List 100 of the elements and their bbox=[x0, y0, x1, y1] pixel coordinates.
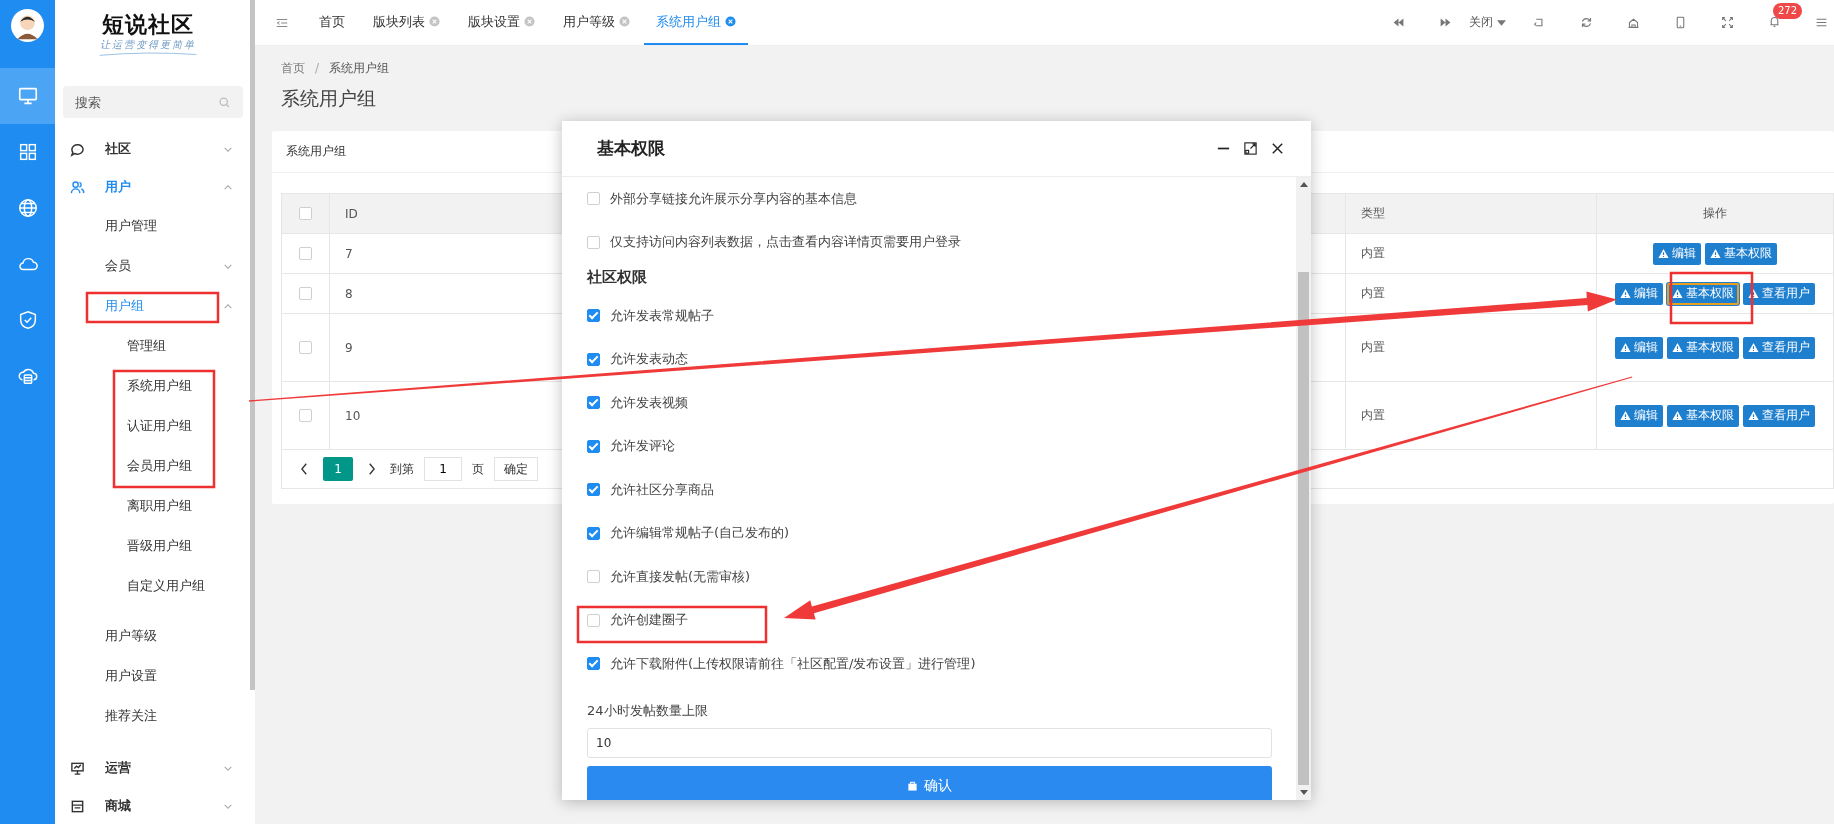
checkbox[interactable] bbox=[587, 613, 600, 627]
avatar-icon[interactable] bbox=[11, 9, 44, 42]
action-button[interactable]: 编辑 bbox=[1615, 336, 1663, 359]
menu-item[interactable]: 晋级用户组 bbox=[127, 526, 192, 566]
checkbox-label[interactable]: 允许发表常规帖子 bbox=[610, 306, 714, 325]
checkbox-label[interactable]: 允许社区分享商品 bbox=[610, 480, 714, 499]
tab[interactable]: 用户等级 bbox=[549, 0, 644, 45]
checkbox-label[interactable]: 允许直接发帖(无需审核) bbox=[610, 567, 751, 586]
column-header: ID bbox=[345, 206, 358, 221]
action-button[interactable]: 查看用户 bbox=[1743, 282, 1815, 305]
menu-item[interactable]: 会员用户组 bbox=[127, 446, 192, 486]
phone-icon[interactable] bbox=[1674, 16, 1687, 29]
menu-icon[interactable] bbox=[1815, 16, 1828, 29]
menu-item[interactable]: 系统用户组 bbox=[127, 366, 192, 406]
breadcrumb-link[interactable]: 系统用户组 bbox=[329, 59, 390, 77]
action-button[interactable]: 查看用户 bbox=[1743, 336, 1815, 359]
checkbox[interactable] bbox=[299, 247, 312, 260]
breadcrumb-link[interactable]: 首页 bbox=[281, 59, 305, 77]
action-button[interactable]: 编辑 bbox=[1615, 404, 1663, 427]
menu-item[interactable]: 管理组 bbox=[127, 326, 166, 366]
previous-page-icon[interactable] bbox=[300, 462, 309, 476]
checkbox[interactable] bbox=[587, 526, 600, 540]
search-field[interactable]: 搜索 bbox=[63, 86, 243, 118]
dialog-title: 基本权限 bbox=[597, 137, 666, 160]
rewind-icon[interactable] bbox=[1392, 16, 1405, 29]
tab[interactable]: 首页 bbox=[305, 0, 359, 45]
chat-icon bbox=[70, 141, 85, 157]
checkbox[interactable] bbox=[587, 483, 600, 497]
scrollbar[interactable] bbox=[1296, 177, 1311, 800]
menu-item[interactable]: 认证用户组 bbox=[127, 406, 192, 446]
maximize-icon[interactable] bbox=[1243, 141, 1258, 156]
checkbox[interactable] bbox=[299, 409, 312, 422]
page-button[interactable]: 1 bbox=[323, 457, 353, 481]
breadcrumb-separator: / bbox=[315, 61, 320, 75]
bell-icon[interactable] bbox=[1768, 14, 1781, 28]
menu-item[interactable]: 用户等级 bbox=[55, 616, 250, 656]
tab[interactable]: 版块设置 bbox=[454, 0, 549, 45]
checkbox[interactable] bbox=[299, 287, 312, 300]
action-button[interactable]: 编辑 bbox=[1615, 282, 1663, 305]
menu-item[interactable]: 推荐关注 bbox=[55, 696, 250, 736]
checkbox[interactable] bbox=[587, 309, 600, 323]
action-button[interactable]: 编辑 bbox=[1653, 242, 1701, 265]
page-input[interactable]: 1 bbox=[424, 457, 462, 481]
checkbox-label[interactable]: 允许发表动态 bbox=[610, 350, 688, 369]
checkbox[interactable] bbox=[587, 235, 600, 249]
checkbox-label[interactable]: 允许发评论 bbox=[610, 437, 675, 456]
tab[interactable]: 系统用户组 bbox=[644, 0, 748, 45]
next-page-icon[interactable] bbox=[367, 462, 376, 476]
menu-item[interactable]: 离职用户组 bbox=[127, 486, 192, 526]
scrollbar[interactable] bbox=[250, 0, 255, 690]
menu-item[interactable]: 社区 bbox=[55, 130, 250, 168]
menu-item[interactable]: 商城 bbox=[55, 787, 250, 824]
menu-item[interactable]: 运营 bbox=[55, 749, 250, 787]
close-icon[interactable] bbox=[1270, 141, 1285, 156]
menu-item[interactable]: 用户组 bbox=[55, 286, 250, 326]
checkbox[interactable] bbox=[299, 207, 312, 220]
fast-forward-icon[interactable] bbox=[1439, 16, 1452, 29]
action-button[interactable]: 查看用户 bbox=[1743, 404, 1815, 427]
close-menu[interactable]: 关闭 bbox=[1469, 14, 1506, 31]
input-field[interactable]: 10 bbox=[587, 727, 1272, 758]
action-button[interactable]: 基本权限 bbox=[1705, 242, 1777, 265]
menu-item[interactable]: 用户管理 bbox=[55, 206, 250, 246]
menu-item[interactable]: 自定义用户组 bbox=[127, 566, 205, 606]
checkbox[interactable] bbox=[587, 396, 600, 410]
tab[interactable]: 版块列表 bbox=[359, 0, 454, 45]
action-button[interactable]: 基本权限 bbox=[1667, 336, 1739, 359]
chevron-down-icon bbox=[223, 262, 233, 270]
checkbox-label[interactable]: 允许编辑常规帖子(自己发布的) bbox=[610, 524, 790, 543]
checkbox-label[interactable]: 允许下载附件(上传权限请前往「社区配置/发布设置」进行管理) bbox=[610, 654, 976, 673]
monitor-icon bbox=[16, 85, 39, 107]
refresh-icon[interactable] bbox=[1580, 16, 1593, 29]
field-label: 24小时发帖数量上限 bbox=[587, 701, 709, 720]
confirm-page-button[interactable]: 确定 bbox=[494, 457, 538, 481]
home-icon[interactable] bbox=[1627, 16, 1640, 29]
checkbox[interactable] bbox=[299, 341, 312, 354]
action-button[interactable]: 基本权限 bbox=[1667, 282, 1739, 305]
chevron-down-icon bbox=[223, 802, 233, 810]
checkbox-label[interactable]: 允许创建圈子 bbox=[610, 611, 688, 630]
checkbox[interactable] bbox=[587, 439, 600, 453]
chevron-up-icon bbox=[223, 183, 233, 191]
table-cell: 7 bbox=[345, 246, 353, 261]
fullscreen-icon[interactable] bbox=[1721, 16, 1734, 29]
section-heading: 社区权限 bbox=[587, 267, 648, 288]
checkbox[interactable] bbox=[587, 570, 600, 584]
warning-icon bbox=[1672, 410, 1683, 421]
column-header: 操作 bbox=[1703, 205, 1727, 222]
checkbox[interactable] bbox=[587, 657, 600, 671]
return-icon[interactable] bbox=[1533, 16, 1546, 29]
scroll-down-icon[interactable] bbox=[1299, 790, 1308, 795]
checkbox-label[interactable]: 允许发表视频 bbox=[610, 393, 688, 412]
menu-item[interactable]: 用户设置 bbox=[55, 656, 250, 696]
action-button[interactable]: 基本权限 bbox=[1667, 404, 1739, 427]
menu-item[interactable]: 会员 bbox=[55, 246, 250, 286]
warning-icon bbox=[1748, 410, 1759, 421]
scroll-up-icon[interactable] bbox=[1299, 182, 1308, 187]
checkbox-label[interactable]: 外部分享链接允许展示分享内容的基本信息 bbox=[610, 189, 857, 208]
confirm-button[interactable]: 确认 bbox=[587, 765, 1272, 800]
checkbox[interactable] bbox=[587, 192, 600, 206]
checkbox[interactable] bbox=[587, 352, 600, 366]
checkbox-label[interactable]: 仅支持访问内容列表数据，点击查看内容详情页需要用户登录 bbox=[610, 233, 961, 252]
